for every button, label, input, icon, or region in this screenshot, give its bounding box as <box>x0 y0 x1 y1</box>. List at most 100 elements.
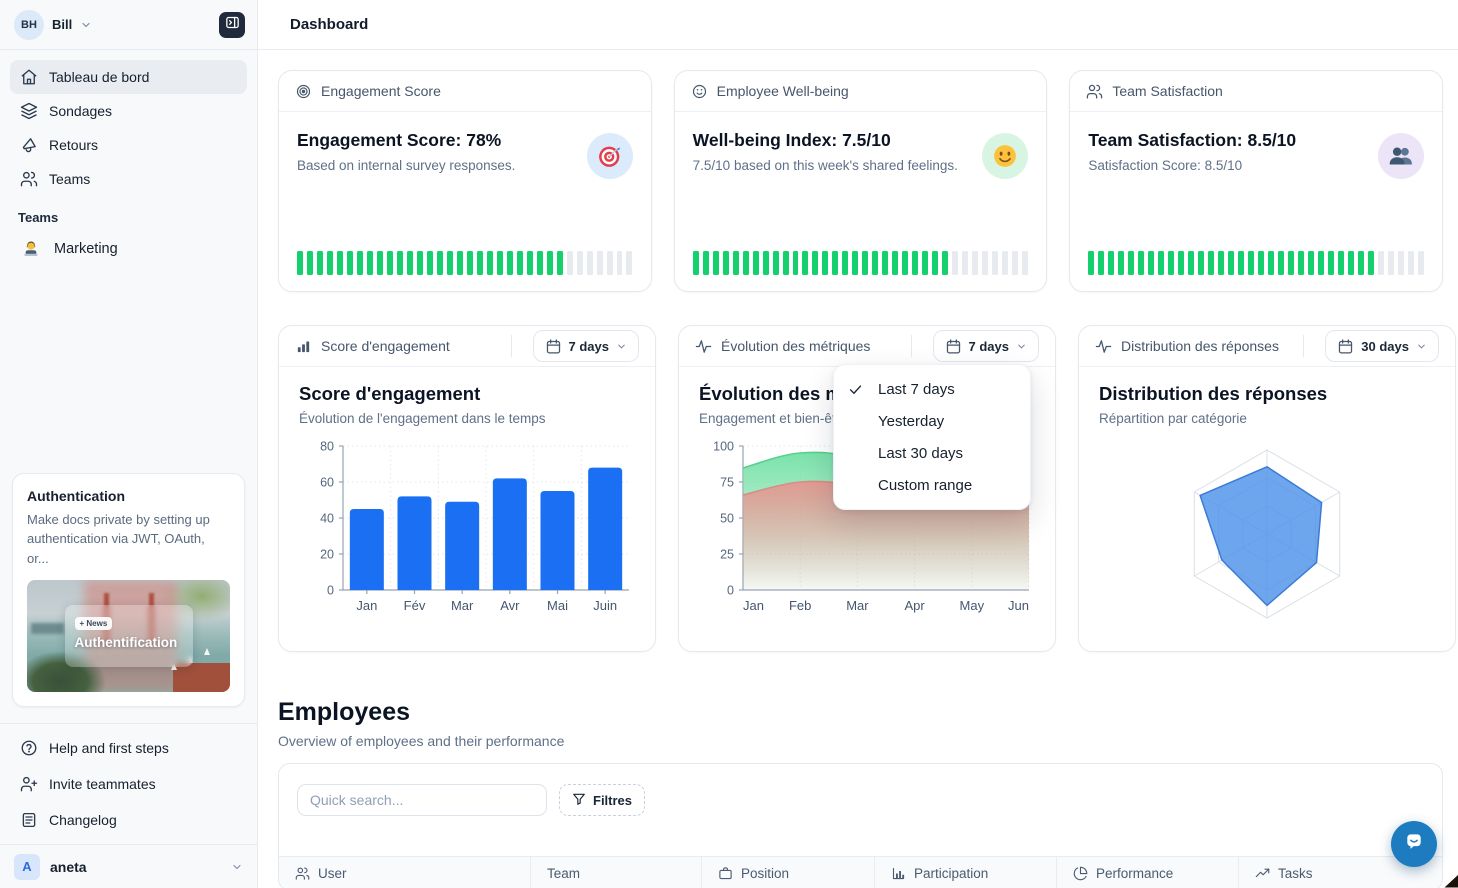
sidebar-team-marketing[interactable]: Marketing <box>10 231 247 267</box>
progress-segment <box>1348 251 1354 275</box>
chart-card-header-label: Évolution des métriques <box>721 338 870 354</box>
progress-segment <box>962 251 968 275</box>
activity-icon <box>1095 338 1112 355</box>
column-header-user[interactable]: User <box>279 857 530 888</box>
date-range-button[interactable]: 30 days <box>1325 330 1439 362</box>
sidebar-item-retours[interactable]: Retours <box>10 128 247 162</box>
svg-text:50: 50 <box>720 512 734 526</box>
svg-text:Apr: Apr <box>904 598 925 613</box>
progress-segment <box>1268 251 1274 275</box>
progress-segment <box>723 251 729 275</box>
chart-card-header-label: Distribution des réponses <box>1121 338 1279 354</box>
chart-card-body: Score d'engagement Évolution de l'engage… <box>279 367 655 632</box>
progress-segment <box>517 251 523 275</box>
sidebar-item-sondages[interactable]: Sondages <box>10 94 247 128</box>
chart-subtitle: Évolution de l'engagement dans le temps <box>299 411 635 426</box>
column-header-team[interactable]: Team <box>530 857 701 888</box>
chart-title: Score d'engagement <box>299 383 635 405</box>
progress-segment <box>952 251 958 275</box>
date-range-button[interactable]: 7 days <box>533 330 639 362</box>
progress-segment <box>1288 251 1294 275</box>
svg-text:Fév: Fév <box>404 598 426 613</box>
progress-segment <box>703 251 709 275</box>
calendar-icon <box>945 338 962 355</box>
chat-launcher-button[interactable] <box>1391 821 1437 867</box>
sidebar-item-label: Changelog <box>49 812 117 828</box>
progress-segment <box>1108 251 1114 275</box>
trend-icon <box>1255 866 1270 881</box>
progress-segment <box>1228 251 1234 275</box>
progress-segment <box>427 251 433 275</box>
progress-segment <box>1238 251 1244 275</box>
workspace-name: aneta <box>50 859 221 875</box>
dropdown-item-last-7-days[interactable]: Last 7 days <box>834 373 1030 405</box>
chart-card-body: Distribution des réponses Répartition pa… <box>1079 367 1455 632</box>
progress-segment <box>842 251 848 275</box>
sidebar-item-changelog[interactable]: Changelog <box>10 802 247 838</box>
progress-segment <box>547 251 553 275</box>
sidebar-item-teams[interactable]: Teams <box>10 162 247 196</box>
progress-segment <box>1088 251 1094 275</box>
chart-card-score-d-engagement: Score d'engagement 7 days Score d'engage… <box>278 325 656 652</box>
date-range-button[interactable]: 7 days <box>933 330 1039 362</box>
sidebar-collapse-button[interactable] <box>219 12 245 38</box>
stat-card-header-label: Engagement Score <box>321 83 441 99</box>
progress-segment <box>417 251 423 275</box>
dropdown-item-yesterday[interactable]: Yesterday <box>834 405 1030 437</box>
sidebar-item-help-and-first-steps[interactable]: Help and first steps <box>10 730 247 766</box>
app-root: BH Bill Tableau de bordSondagesRetoursTe… <box>0 0 1458 888</box>
sidebar-item-invite-teammates[interactable]: Invite teammates <box>10 766 247 802</box>
calendar-icon <box>1337 338 1354 355</box>
search-input[interactable] <box>297 784 547 816</box>
progress-segment <box>347 251 353 275</box>
svg-text:Juin: Juin <box>593 598 617 613</box>
funnel-icon <box>572 792 586 809</box>
invite-icon <box>20 775 38 793</box>
promo-description: Make docs private by setting up authenti… <box>27 510 230 569</box>
svg-text:25: 25 <box>720 548 734 562</box>
progress-segment <box>1278 251 1284 275</box>
briefcase-icon <box>718 866 733 881</box>
progress-segment <box>822 251 828 275</box>
svg-text:100: 100 <box>713 440 734 454</box>
progress-segment <box>1408 251 1414 275</box>
progress-segment <box>497 251 503 275</box>
dropdown-item-custom-range[interactable]: Custom range <box>834 469 1030 501</box>
user-menu[interactable]: BH Bill <box>14 10 92 40</box>
check-placeholder <box>848 445 870 461</box>
workspace-switcher[interactable]: A aneta <box>0 844 257 888</box>
smile-emoji <box>982 133 1028 179</box>
progress-segment <box>773 251 779 275</box>
chevron-down-icon <box>1016 341 1027 352</box>
column-header-performance[interactable]: Performance <box>1056 857 1238 888</box>
column-header-label: Participation <box>914 866 988 881</box>
progress-segment <box>922 251 928 275</box>
target-icon <box>295 83 312 100</box>
svg-text:Avr: Avr <box>500 598 520 613</box>
date-range-label: 7 days <box>569 339 609 354</box>
employees-table-card: Filtres UserTeamPosition Participation Per… <box>278 763 1443 888</box>
sidebar-item-tableau-de-bord[interactable]: Tableau de bord <box>10 60 247 94</box>
filters-button[interactable]: Filtres <box>559 784 645 816</box>
progress-segment <box>1168 251 1174 275</box>
column-header-participation[interactable]: Participation <box>874 857 1056 888</box>
stat-title: Engagement Score: 78% <box>297 130 633 151</box>
employees-subtitle: Overview of employees and their performa… <box>278 733 1443 749</box>
promo-card[interactable]: Authentication Make docs private by sett… <box>12 473 245 708</box>
progress-segment <box>527 251 533 275</box>
progress-segment <box>1368 251 1374 275</box>
sidebar-item-label: Help and first steps <box>49 740 169 756</box>
chart-card-distribution-des-reponses: Distribution des réponses 30 days Distri… <box>1078 325 1456 652</box>
progress-bar <box>1088 251 1424 275</box>
progress-segment <box>832 251 838 275</box>
progress-segment <box>1138 251 1144 275</box>
chart-card-header: Score d'engagement 7 days <box>279 326 655 367</box>
column-header-position[interactable]: Position <box>701 857 874 888</box>
dropdown-item-last-30-days[interactable]: Last 30 days <box>834 437 1030 469</box>
progress-segment <box>587 251 593 275</box>
sidebar-nav: Tableau de bordSondagesRetoursTeams <box>0 50 257 196</box>
cursor-artifact <box>1445 875 1458 888</box>
progress-segment <box>557 251 563 275</box>
promo-caption: Authentification <box>75 635 183 650</box>
progress-segment <box>852 251 858 275</box>
